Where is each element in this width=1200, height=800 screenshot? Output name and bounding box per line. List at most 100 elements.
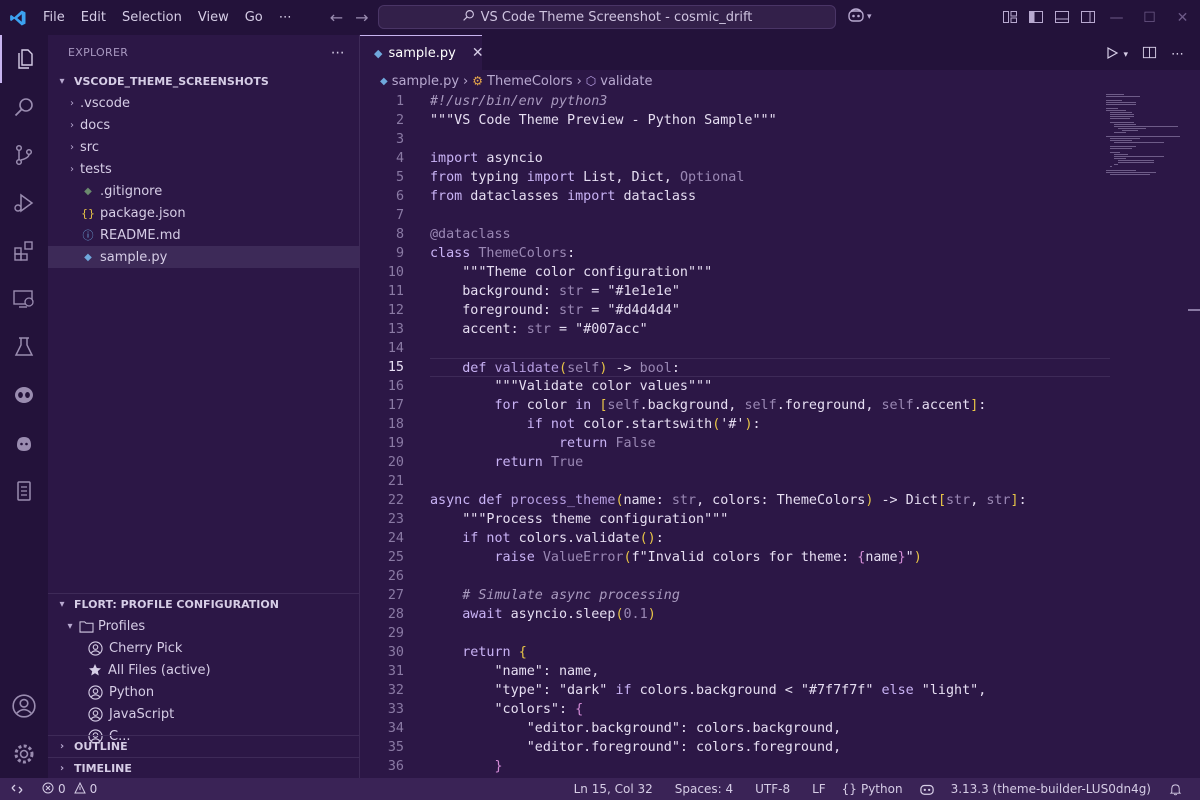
breadcrumb-file[interactable]: sample.py: [392, 74, 459, 89]
profile-item[interactable]: JavaScript: [48, 703, 359, 725]
profile-icon: [88, 706, 103, 722]
code-area[interactable]: #!/usr/bin/env python3 """VS Code Theme P…: [430, 92, 1110, 776]
remote-explorer-icon[interactable]: [0, 275, 48, 323]
scrollbar-marker[interactable]: [1188, 309, 1200, 311]
encoding[interactable]: UTF-8: [747, 782, 804, 796]
testing-icon[interactable]: [0, 323, 48, 371]
menu-view[interactable]: View: [190, 0, 237, 35]
code-token: def: [462, 361, 487, 376]
flort-extension-icon[interactable]: [0, 419, 48, 467]
code-token: import: [567, 189, 616, 204]
breadcrumb-method[interactable]: validate: [600, 74, 652, 89]
notifications-bell-icon[interactable]: [1161, 783, 1190, 796]
chevron-down-icon: ▾: [867, 12, 872, 22]
tree-folder[interactable]: › docs: [48, 114, 359, 136]
profiles-folder[interactable]: ▾ Profiles: [48, 615, 359, 637]
toggle-panel-icon[interactable]: [1054, 9, 1070, 29]
menu-selection[interactable]: Selection: [114, 0, 190, 35]
folder-icon: [78, 620, 94, 633]
remote-indicator-icon[interactable]: [0, 778, 34, 800]
code-token: (: [559, 361, 568, 376]
extensions-icon[interactable]: [0, 227, 48, 275]
line-number: 30: [387, 645, 404, 660]
tree-file[interactable]: {} package.json: [48, 202, 359, 224]
code-token: False: [615, 436, 656, 451]
profile-item[interactable]: Python: [48, 681, 359, 703]
minimize-icon[interactable]: —: [1100, 10, 1133, 26]
code-token: from: [430, 189, 463, 204]
more-actions-icon[interactable]: ⋯: [331, 45, 345, 61]
problems-indicator[interactable]: 0 0: [34, 781, 105, 797]
tab-sample-py[interactable]: ◆ sample.py ✕: [360, 35, 484, 70]
profile-item[interactable]: All Files (active): [48, 659, 359, 681]
notebook-icon[interactable]: [0, 467, 48, 515]
toggle-secondary-sidebar-icon[interactable]: [1080, 9, 1096, 29]
code-token: .background,: [639, 398, 745, 413]
copilot-button[interactable]: ▾: [847, 7, 872, 27]
chevron-down-icon: ▾: [59, 75, 65, 87]
error-icon: [42, 782, 54, 797]
split-editor-icon[interactable]: [1142, 45, 1157, 64]
code-line: """Validate color values""": [430, 377, 1110, 396]
maximize-icon[interactable]: ☐: [1133, 10, 1166, 26]
code-token: ): [913, 550, 922, 565]
tree-folder[interactable]: › tests: [48, 158, 359, 180]
run-options-chevron-icon[interactable]: ▾: [1123, 50, 1128, 60]
code-token: in: [575, 398, 592, 413]
flort-section-header[interactable]: ▾ FLORT: PROFILE CONFIGURATION: [48, 593, 359, 615]
workspace-section-header[interactable]: ▾ VSCODE_THEME_SCREENSHOTS: [48, 70, 359, 92]
tree-file[interactable]: ◆ sample.py: [48, 246, 359, 268]
menu-file[interactable]: File: [35, 0, 73, 35]
cursor-position[interactable]: Ln 15, Col 32: [566, 782, 667, 796]
code-token: [: [937, 493, 946, 508]
settings-gear-icon[interactable]: [0, 730, 48, 778]
code-token: await: [462, 607, 503, 622]
outline-section-header[interactable]: › OUTLINE: [48, 735, 359, 757]
code-line: "name": name,: [430, 662, 1110, 681]
toggle-primary-sidebar-icon[interactable]: [1028, 9, 1044, 29]
error-count: 0: [58, 782, 66, 796]
menu-more-button[interactable]: ⋯: [271, 0, 300, 35]
alien-extension-icon[interactable]: [0, 371, 48, 419]
close-window-icon[interactable]: ✕: [1166, 10, 1199, 26]
more-editor-actions-icon[interactable]: ⋯: [1171, 47, 1184, 62]
run-python-icon[interactable]: [1105, 46, 1119, 64]
copilot-status-icon[interactable]: [911, 782, 943, 796]
minimap[interactable]: [1106, 92, 1186, 182]
indentation[interactable]: Spaces: 4: [667, 782, 747, 796]
python-interpreter[interactable]: 3.13.3 (theme-builder-LUS0dn4g): [943, 782, 1161, 796]
menu-go[interactable]: Go: [237, 0, 271, 35]
line-number: 26: [387, 569, 404, 584]
language-mode[interactable]: {} Python: [834, 782, 911, 796]
customize-layout-icon[interactable]: [1002, 9, 1018, 29]
tree-file[interactable]: ◆ .gitignore: [48, 180, 359, 202]
end-of-line[interactable]: LF: [804, 782, 834, 796]
profile-item[interactable]: Cherry Pick: [48, 637, 359, 659]
code-token: colors.validate: [510, 531, 640, 546]
back-arrow-icon[interactable]: ←: [330, 8, 343, 27]
tree-file[interactable]: ⓘ README.md: [48, 224, 359, 246]
timeline-section-header[interactable]: › TIMELINE: [48, 757, 359, 779]
line-number: 33: [387, 702, 404, 717]
search-view-icon[interactable]: [0, 83, 48, 131]
close-tab-icon[interactable]: ✕: [472, 45, 484, 61]
code-line: """Process theme configuration""": [430, 510, 1110, 529]
menu-edit[interactable]: Edit: [73, 0, 114, 35]
chevron-right-icon: ›: [463, 73, 469, 89]
chevron-right-icon: ›: [59, 763, 65, 774]
source-control-icon[interactable]: [0, 131, 48, 179]
explorer-icon[interactable]: [0, 35, 48, 83]
breadcrumb-class[interactable]: ThemeColors: [487, 74, 573, 89]
tree-folder[interactable]: › .vscode: [48, 92, 359, 114]
run-and-debug-icon[interactable]: [0, 179, 48, 227]
command-center[interactable]: VS Code Theme Screenshot - cosmic_drift: [378, 5, 836, 29]
line-number: 4: [395, 151, 404, 166]
accounts-icon[interactable]: [0, 682, 48, 730]
code-token: , colors: ThemeColors: [696, 493, 866, 508]
line-number: 21: [387, 474, 404, 489]
forward-arrow-icon[interactable]: →: [355, 8, 368, 27]
tree-folder[interactable]: › src: [48, 136, 359, 158]
code-editor[interactable]: 1 2 3 4 5 6 7 8 9 10 11 12 13 14 15 16 17 18 19 20 21 22 23 24 2…: [360, 92, 1200, 778]
code-token: :: [671, 361, 680, 376]
